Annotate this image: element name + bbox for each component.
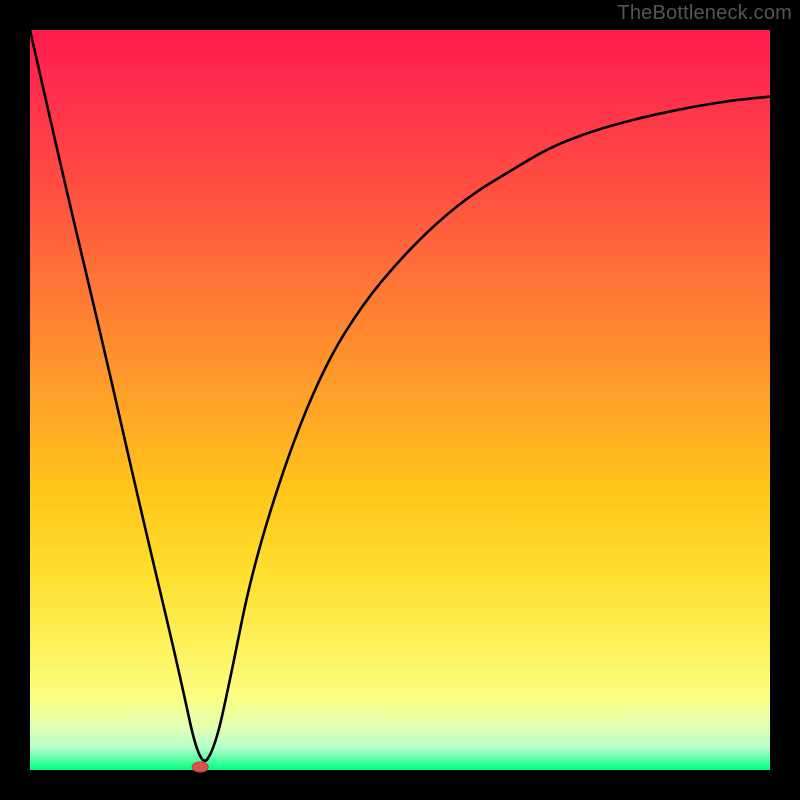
plot-area bbox=[30, 30, 770, 770]
minimum-marker bbox=[192, 762, 208, 772]
attribution-label: TheBottleneck.com bbox=[617, 2, 792, 25]
chart-root: TheBottleneck.com bbox=[0, 0, 800, 800]
curve-layer bbox=[30, 30, 770, 770]
bottleneck-curve bbox=[30, 30, 770, 761]
